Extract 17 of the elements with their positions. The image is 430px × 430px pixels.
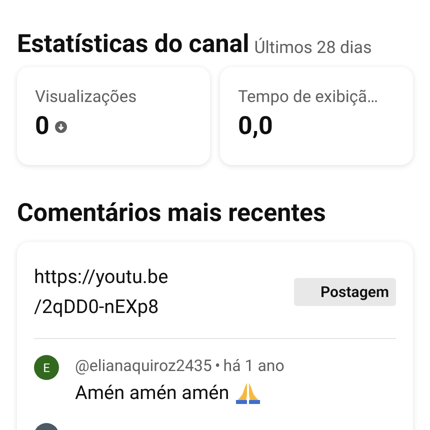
period-label: Últimos 28 dias xyxy=(254,36,372,60)
section-title: Estatísticas do canal xyxy=(17,30,250,60)
stat-value: 0,0 xyxy=(238,112,273,142)
stat-card[interactable]: Visualizações 0 xyxy=(17,67,210,165)
stat-value: 0 xyxy=(35,112,50,142)
stat-label: Visualizações xyxy=(35,87,138,109)
comment-time: há 1 ano xyxy=(223,355,284,377)
section-title: Comentários mais recentes xyxy=(17,199,327,229)
praying-hands-icon xyxy=(235,382,262,404)
comment-author[interactable]: @elianaquiroz2435 xyxy=(75,355,212,377)
post-tag: Postagem xyxy=(294,278,396,306)
separator-dot: • xyxy=(214,355,220,377)
stat-label: Tempo de exibiçã… xyxy=(238,87,380,109)
comment-text: Amén amén amén xyxy=(75,381,230,405)
stat-card[interactable]: Tempo de exibiçã… 0,0 xyxy=(220,67,413,165)
avatar[interactable]: E xyxy=(34,355,59,380)
video-link[interactable]: https://youtu.be /2qDD0-nEXp8 xyxy=(34,262,168,322)
